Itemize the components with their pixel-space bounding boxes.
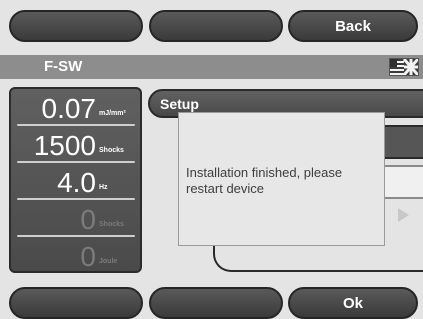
frequency-value: 4.0 [57,167,96,198]
top-middle-button[interactable] [149,10,283,42]
shock-counter-unit: Shocks [99,221,124,228]
shocks-value: 1500 [33,130,96,161]
frequency-unit: Hz [99,184,108,191]
back-button[interactable]: Back [288,10,418,42]
setup-label: Setup [160,96,199,112]
bottom-left-button[interactable] [9,287,143,319]
top-left-button[interactable] [9,10,143,42]
shock-counter-value: 0 [80,204,96,235]
shock-counter-readout: 0 Shocks [11,200,140,237]
flag-graphic [390,59,418,75]
shocks-readout[interactable]: 1500 Shocks [11,126,140,163]
treatment-parameters-panel: 0.07 mJ/mm² 1500 Shocks 4.0 Hz 0 Shocks … [9,87,142,273]
energy-total-readout: 0 Joule [11,237,140,274]
bottom-middle-button[interactable] [149,287,283,319]
energy-unit: mJ/mm² [99,110,126,117]
energy-total-unit: Joule [99,258,118,265]
arrow-right-icon[interactable] [398,208,409,222]
energy-total-value: 0 [80,241,96,272]
title-bar: F-SW [0,55,423,79]
energy-readout[interactable]: 0.07 mJ/mm² [11,89,140,126]
energy-value: 0.07 [41,93,97,124]
dialog-message: Installation finished, please restart de… [186,165,343,196]
ok-button[interactable]: Ok [288,287,418,319]
frequency-readout[interactable]: 4.0 Hz [11,163,140,200]
language-flag-icon[interactable] [389,58,419,76]
installation-dialog: Installation finished, please restart de… [178,112,385,246]
shocks-unit: Shocks [99,147,124,154]
page-title: F-SW [44,58,83,75]
